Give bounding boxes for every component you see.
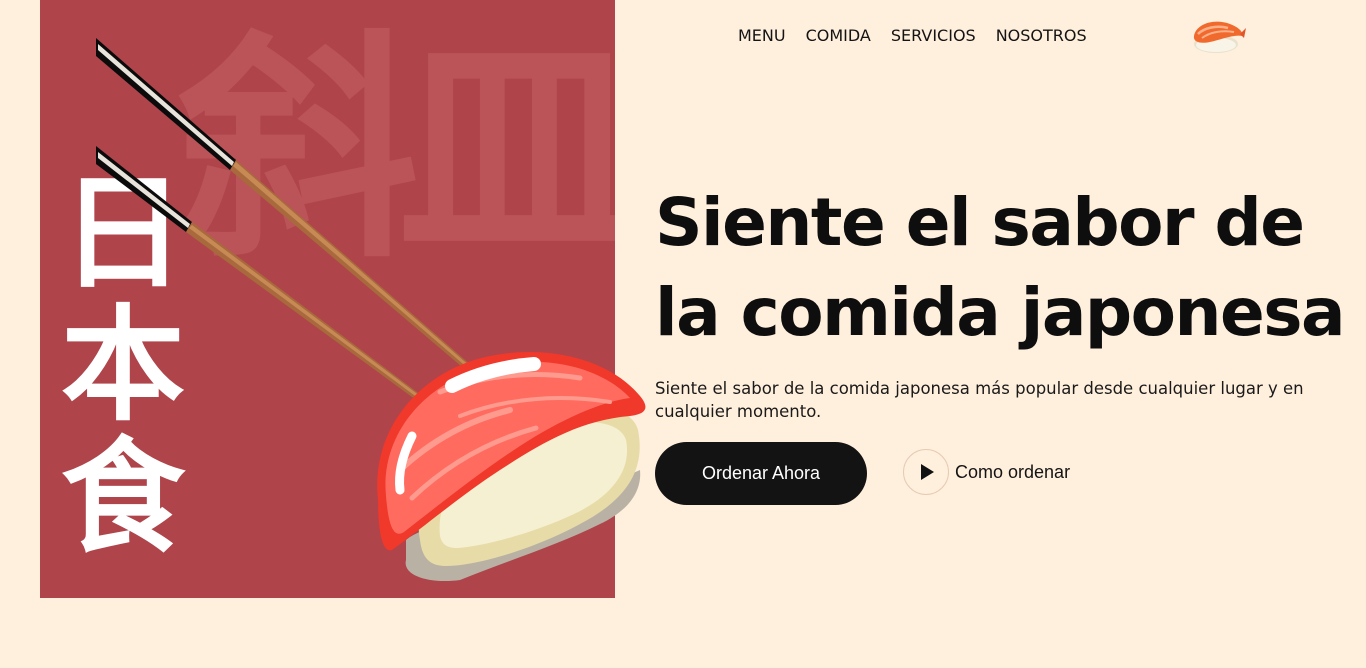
vertical-kanji: 日 本 食: [58, 168, 188, 564]
how-to-order-button[interactable]: Como ordenar: [903, 449, 1070, 495]
play-button-circle[interactable]: [903, 449, 949, 495]
nav-item-servicios[interactable]: SERVICIOS: [891, 26, 976, 45]
nav-item-menu[interactable]: MENU: [738, 26, 786, 45]
kanji-hon: 本: [60, 294, 185, 438]
nav-item-comida[interactable]: COMIDA: [806, 26, 871, 45]
background-kanji: 斜皿: [178, 10, 615, 290]
hero-title: Siente el sabor de la comida japonesa: [655, 184, 1346, 351]
kanji-nichi: 日: [60, 162, 185, 306]
nigiri-sushi-icon[interactable]: [1190, 14, 1246, 56]
play-icon: [921, 464, 934, 480]
main-nav: MENU COMIDA SERVICIOS NOSOTROS: [738, 26, 1087, 45]
kanji-shoku: 食: [60, 426, 185, 570]
how-to-order-label: Como ordenar: [955, 461, 1071, 482]
landing-page: 斜皿 日 本 食 MENU COMIDA SERVICIOS NOSOTROS …: [0, 0, 1366, 668]
hero-image-panel: 斜皿 日 本 食: [40, 0, 615, 598]
order-now-button[interactable]: Ordenar Ahora: [655, 442, 867, 505]
hero-subtitle: Siente el sabor de la comida japonesa má…: [655, 379, 1304, 421]
nav-item-nosotros[interactable]: NOSOTROS: [996, 26, 1087, 45]
